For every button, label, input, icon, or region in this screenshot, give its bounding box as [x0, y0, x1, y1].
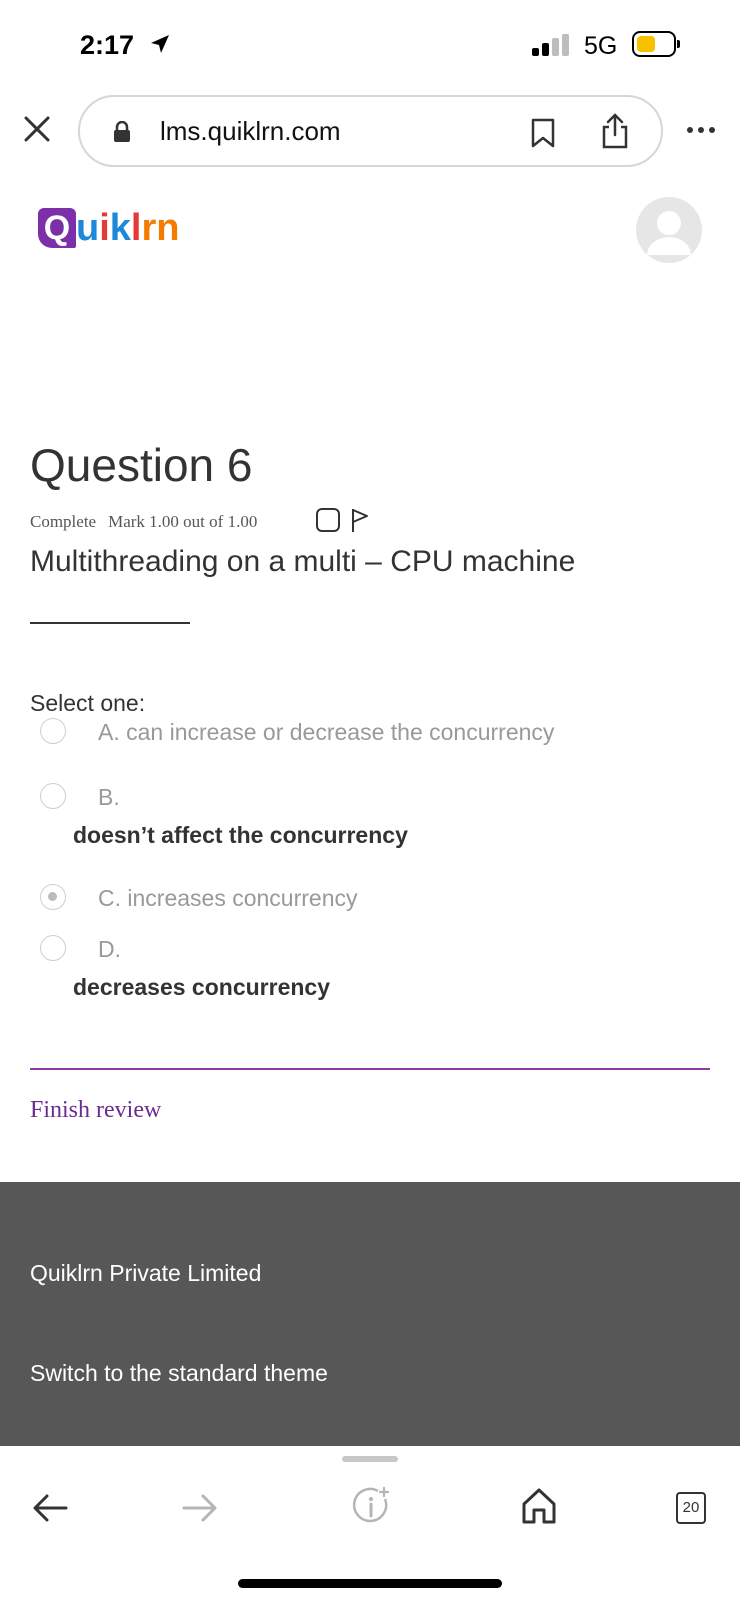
option-b-text[interactable]: doesn’t affect the concurrency	[73, 822, 408, 849]
page-info-icon[interactable]	[350, 1486, 392, 1528]
home-icon[interactable]	[520, 1486, 558, 1526]
switch-theme-link[interactable]: Switch to the standard theme	[30, 1360, 328, 1387]
close-icon[interactable]	[22, 114, 52, 144]
lock-icon	[114, 121, 130, 142]
question-text: Multithreading on a multi – CPU machine	[30, 545, 576, 578]
option-c-label[interactable]: C. increases concurrency	[98, 885, 358, 912]
question-status: Complete	[30, 512, 97, 531]
option-a-label[interactable]: A. can increase or decrease the concurre…	[98, 719, 554, 746]
share-icon[interactable]	[600, 113, 630, 149]
question-info: Complete Mark 1.00 out of 1.00	[30, 512, 269, 532]
question-mark: Mark 1.00 out of 1.00	[108, 512, 258, 531]
logo-letter: i	[99, 207, 110, 249]
back-arrow-icon[interactable]	[30, 1490, 70, 1526]
answer-blank-line	[30, 622, 190, 624]
cellular-signal-icon	[532, 34, 572, 56]
logo-letter: u	[76, 207, 100, 249]
footer-company-name: Quiklrn Private Limited	[30, 1260, 262, 1286]
section-divider	[30, 1068, 710, 1070]
status-bar: 2:17 5G	[0, 0, 740, 90]
select-one-label: Select one:	[30, 690, 146, 716]
option-d-label[interactable]: D.	[98, 936, 121, 963]
browser-bottom-bar: 20	[0, 1446, 740, 1600]
more-options-icon[interactable]	[686, 126, 716, 134]
logo-letter: n	[156, 207, 180, 249]
option-c-radio[interactable]	[40, 884, 66, 910]
status-time: 2:17	[80, 30, 135, 60]
logo-letter: k	[109, 207, 131, 249]
home-indicator	[238, 1579, 502, 1588]
flag-icon[interactable]	[350, 507, 370, 533]
finish-review-link[interactable]: Finish review	[30, 1097, 161, 1124]
bookmark-icon[interactable]	[530, 118, 556, 148]
drag-handle[interactable]	[342, 1456, 398, 1462]
user-avatar-icon	[647, 211, 691, 255]
browser-toolbar: lms.quiklrn.com	[0, 92, 740, 176]
flag-checkbox[interactable]	[316, 508, 340, 532]
network-type: 5G	[584, 32, 618, 60]
question-title: Question 6	[30, 439, 253, 491]
option-d-text[interactable]: decreases concurrency	[73, 974, 330, 1001]
logo-letter: r	[141, 207, 157, 249]
site-footer: Quiklrn Private Limited Switch to the st…	[0, 1182, 740, 1446]
url-text: lms.quiklrn.com	[160, 116, 341, 146]
battery-icon	[632, 31, 680, 57]
option-b-label[interactable]: B.	[98, 784, 120, 811]
address-bar[interactable]: lms.quiklrn.com	[78, 95, 663, 167]
user-avatar[interactable]	[636, 197, 702, 263]
location-arrow-icon	[151, 35, 169, 53]
option-d-radio[interactable]	[40, 935, 66, 961]
forward-arrow-icon[interactable]	[180, 1490, 220, 1526]
option-b-radio[interactable]	[40, 783, 66, 809]
option-a-radio[interactable]	[40, 718, 66, 744]
tabs-button[interactable]: 20	[676, 1492, 706, 1524]
logo-letter: l	[130, 207, 142, 249]
site-logo[interactable]: Quiklrn	[38, 208, 180, 258]
logo-q-mark: Q	[38, 208, 76, 248]
